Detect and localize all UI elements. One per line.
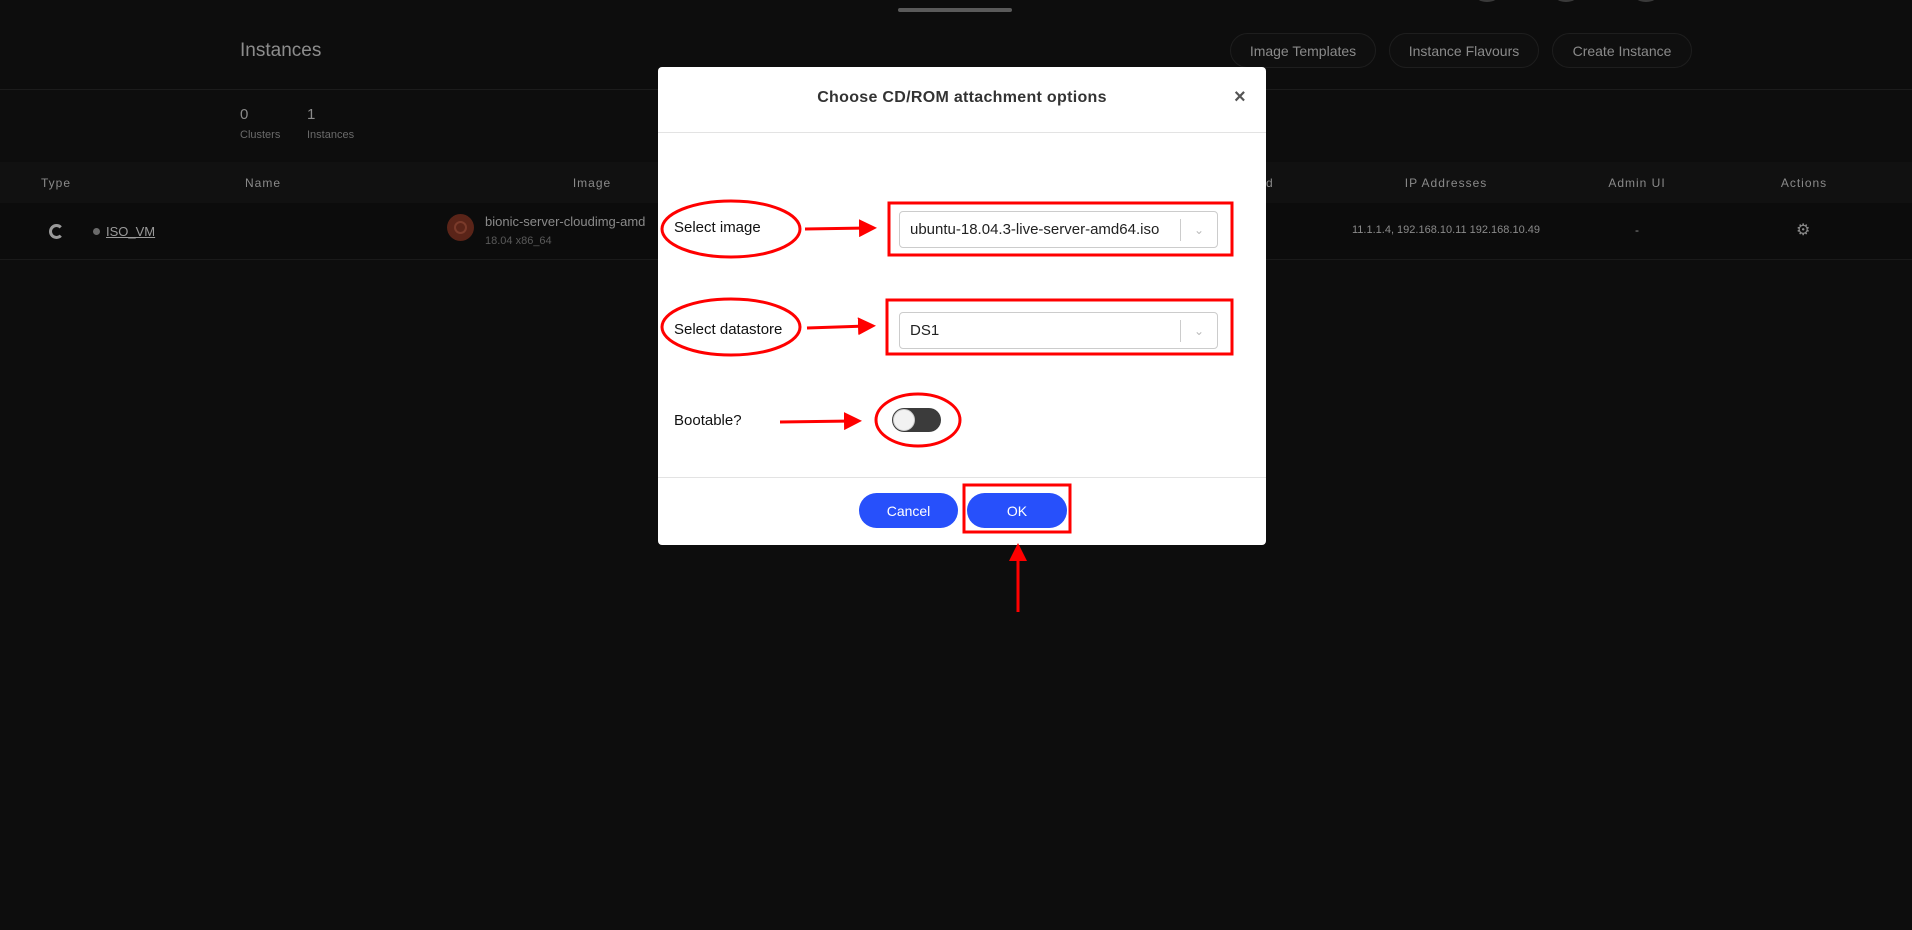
gear-icon[interactable]: ⚙ — [1796, 220, 1810, 240]
select-image-label: Select image — [674, 219, 761, 236]
bootable-label: Bootable? — [674, 412, 742, 429]
col-admin-ui[interactable]: Admin UI — [1608, 176, 1665, 190]
instances-label: Instances — [307, 129, 355, 141]
divider — [658, 477, 1266, 478]
instance-flavours-button[interactable]: Instance Flavours — [1389, 33, 1539, 68]
bootable-toggle[interactable] — [892, 408, 941, 432]
toggle-knob — [893, 409, 915, 431]
col-image[interactable]: Image — [573, 176, 611, 190]
ip-addresses: 11.1.1.4, 192.168.10.11 192.168.10.49 — [1352, 224, 1540, 236]
select-image-value: ubuntu-18.04.3-live-server-amd64.iso — [910, 221, 1160, 238]
close-icon[interactable]: × — [1234, 86, 1246, 109]
ubuntu-logo-icon — [447, 214, 474, 241]
create-instance-button[interactable]: Create Instance — [1552, 33, 1692, 68]
col-type[interactable]: Type — [41, 176, 71, 190]
dialog-title: Choose CD/ROM attachment options — [817, 89, 1107, 106]
select-datastore-dropdown[interactable]: DS1 ⌄ — [899, 312, 1218, 349]
chevron-down-icon[interactable]: ⌄ — [1181, 223, 1217, 237]
clusters-count: 0 — [240, 106, 249, 123]
col-name[interactable]: Name — [245, 176, 281, 190]
instance-name-link[interactable]: ISO_VM — [106, 224, 155, 239]
col-actions[interactable]: Actions — [1781, 176, 1827, 190]
divider — [658, 132, 1266, 133]
top-icon-button[interactable] — [1631, 0, 1661, 2]
col-ip-addresses[interactable]: IP Addresses — [1405, 176, 1488, 190]
cdrom-dialog: Choose CD/ROM attachment options × Selec… — [658, 67, 1266, 545]
instances-count: 1 — [307, 106, 316, 123]
image-templates-button[interactable]: Image Templates — [1230, 33, 1376, 68]
page-title: Instances — [240, 40, 322, 61]
admin-ui-value: - — [1635, 223, 1639, 237]
image-name: bionic-server-cloudimg-amd — [485, 214, 646, 229]
instance-type-icon — [49, 224, 64, 239]
top-icon-button[interactable] — [1472, 0, 1502, 2]
select-datastore-value: DS1 — [910, 322, 940, 339]
select-image-dropdown[interactable]: ubuntu-18.04.3-live-server-amd64.iso ⌄ — [899, 211, 1218, 248]
image-version: 18.04 x86_64 — [485, 235, 552, 247]
ok-button[interactable]: OK — [967, 493, 1067, 528]
status-dot-icon — [93, 228, 100, 235]
clusters-label: Clusters — [240, 129, 281, 141]
chevron-down-icon[interactable]: ⌄ — [1181, 324, 1217, 338]
top-icon-button[interactable] — [1551, 0, 1581, 2]
select-datastore-label: Select datastore — [674, 321, 783, 338]
cancel-button[interactable]: Cancel — [859, 493, 958, 528]
drag-handle[interactable] — [898, 8, 1012, 12]
